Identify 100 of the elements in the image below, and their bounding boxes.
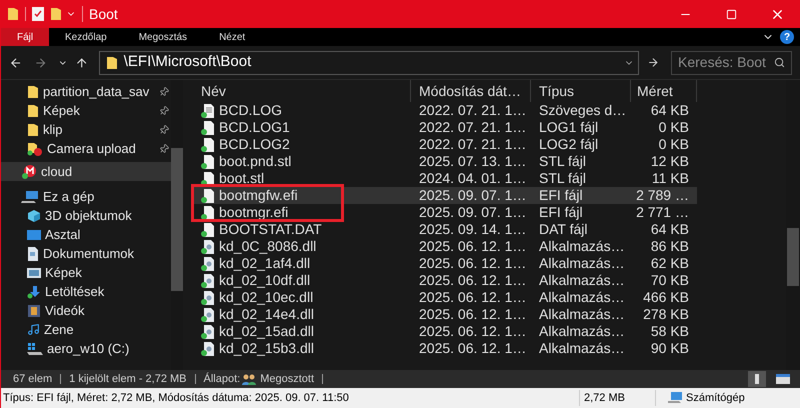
ribbon-tab[interactable]: Kezdőlap [49, 28, 123, 46]
file-row[interactable]: boot.pnd.stl 2025. 07. 13. 1… STL fájl 12 KB [191, 153, 697, 170]
file-icon [201, 206, 214, 220]
nav-item[interactable]: klip [1, 120, 171, 139]
dll-file-icon [201, 324, 214, 338]
drive-icon [27, 342, 43, 356]
nav-item[interactable]: Camera upload [1, 139, 171, 158]
help-button[interactable]: ? [780, 30, 794, 44]
file-name: boot.stl [219, 169, 264, 188]
nav-label: Asztal [45, 226, 82, 244]
column-header[interactable]: Módosítás dát… [411, 80, 531, 102]
folder-icon [27, 122, 39, 136]
date-cell-text: 2024. 04. 01. 1… [418, 169, 528, 188]
size-cell-text: 2 771 … [635, 203, 690, 222]
item-count: 67 elem [13, 372, 52, 387]
size-cell-text: 62 KB [650, 254, 690, 273]
file-name: boot.pnd.stl [219, 152, 292, 171]
date-cell-text: 2025. 06. 12. 1… [418, 237, 528, 256]
nav-item[interactable]: Asztal [1, 225, 171, 244]
date-cell-text: 2025. 06. 12. 1… [418, 305, 528, 324]
desktop-icon [27, 228, 41, 240]
nav-item[interactable]: Ez a gép [1, 187, 171, 206]
nav-item[interactable]: Letöltések [1, 282, 171, 301]
forward-icon[interactable] [34, 56, 48, 70]
size-cell-text: 64 KB [650, 101, 690, 120]
dll-file-icon [201, 290, 214, 304]
dll-file-icon [201, 308, 214, 322]
back-icon[interactable] [9, 56, 22, 70]
size-cell-text: 0 KB [658, 135, 690, 154]
date-cell-text: 2022. 07. 21. 1… [418, 135, 528, 154]
nav-item[interactable]: 3D objektumok [1, 206, 171, 225]
file-name: kd_0C_8086.dll [219, 237, 316, 256]
search-field[interactable]: Keresés: Boot [671, 50, 792, 74]
location-label: Számítógép [686, 390, 745, 406]
file-row[interactable]: kd_02_1af4.dll 2025. 06. 12. 1… Alkalmazás… 62 KB [191, 255, 697, 272]
nav-item[interactable]: cloud [1, 162, 171, 181]
nav-label: cloud [41, 162, 74, 181]
up-icon[interactable] [75, 56, 89, 70]
folder-icon [27, 84, 39, 98]
properties-icon[interactable] [32, 7, 44, 21]
nav-item[interactable]: Zene [1, 320, 171, 339]
file-name: BCD.LOG1 [219, 118, 290, 137]
ribbon-tab[interactable]: Nézet [203, 28, 262, 46]
nav-label: 3D objektumok [45, 206, 133, 225]
dll-file-icon [201, 274, 214, 288]
size-cell-text: 0 KB [658, 118, 690, 137]
size-cell-text: 86 KB [650, 237, 690, 256]
file-icon [201, 154, 214, 168]
type-cell-text: Alkalmazás… [538, 254, 626, 273]
synced-folder-icon [27, 142, 43, 156]
nav-item[interactable]: partition_data_sav [1, 82, 171, 101]
date-cell-text: 2022. 07. 21. 1… [418, 101, 528, 120]
column-header[interactable]: Méret [631, 80, 697, 102]
computer-icon [21, 190, 39, 204]
type-cell-text: EFI fájl [538, 186, 584, 205]
tiles-view-button[interactable] [774, 371, 792, 387]
file-name: kd_02_14e4.dll [219, 305, 314, 324]
maximize-icon[interactable] [726, 8, 736, 20]
date-cell-text: 2025. 06. 12. 1… [418, 271, 528, 290]
date-cell-text: 2025. 07. 13. 1… [418, 152, 528, 171]
window-title: Boot [89, 4, 118, 24]
nav-label: klip [43, 120, 64, 139]
file-row[interactable]: BCD.LOG 2022. 07. 21. 1… Szöveges d… 64 KB [191, 102, 697, 119]
cloud-icon [21, 164, 37, 180]
column-header[interactable]: Típus [531, 80, 631, 102]
date-cell-text: 2025. 09. 07. 1… [418, 203, 528, 222]
nav-label: partition_data_sav [43, 82, 150, 101]
type-cell-text: Alkalmazás… [538, 237, 626, 256]
size-cell-text: 90 KB [650, 339, 690, 358]
nav-item[interactable]: Képek [1, 101, 171, 120]
file-row[interactable]: BCD.LOG1 2022. 07. 21. 1… LOG1 fájl 0 KB [191, 119, 697, 136]
address-field[interactable]: \EFI\Microsoft\Boot [98, 50, 639, 74]
cube-icon [27, 208, 41, 222]
type-cell-text: LOG2 fájl [538, 135, 600, 154]
download-icon [27, 284, 41, 298]
nav-item[interactable]: aero_w10 (C:) [1, 339, 171, 358]
file-row[interactable]: kd_02_14e4.dll 2025. 06. 12. 1… Alkalmazás… 278 KB [191, 306, 697, 323]
file-row[interactable]: BOOTSTAT.DAT 2025. 09. 14. 1… DAT fájl 64 KB [191, 221, 697, 238]
ribbon-tab[interactable]: Fájl [1, 28, 49, 46]
file-row[interactable]: bootmgfw.efi 2025. 09. 07. 1… EFI fájl 2 789 … [191, 187, 697, 204]
type-cell-text: DAT fájl [538, 220, 588, 239]
file-row[interactable]: kd_02_10ec.dll 2025. 06. 12. 1… Alkalmazás… 466 KB [191, 289, 697, 306]
details-view-button[interactable] [748, 371, 766, 387]
column-header[interactable]: Név [191, 80, 411, 102]
file-row[interactable]: kd_02_10df.dll 2025. 06. 12. 1… Alkalmazás… 70 KB [191, 272, 697, 289]
date-cell-text: 2025. 06. 12. 1… [418, 288, 528, 307]
file-row[interactable]: BCD.LOG2 2022. 07. 21. 1… LOG2 fájl 0 KB [191, 136, 697, 153]
file-row[interactable]: kd_0C_8086.dll 2025. 06. 12. 1… Alkalmazás… 86 KB [191, 238, 697, 255]
nav-item[interactable]: Videók [1, 301, 171, 320]
file-name: kd_02_15ad.dll [219, 322, 314, 341]
ribbon-tab[interactable]: Megosztás [122, 28, 204, 46]
nav-item[interactable]: Dokumentumok [1, 244, 171, 263]
state-label: Állapot: [204, 372, 240, 387]
file-row[interactable]: kd_02_15ad.dll 2025. 06. 12. 1… Alkalmazás… 58 KB [191, 323, 697, 340]
text-file-icon [201, 104, 214, 118]
file-row[interactable]: kd_02_15b3.dll 2025. 06. 12. 1… Alkalmazás… 90 KB [191, 340, 697, 357]
go-icon[interactable] [646, 56, 659, 69]
nav-label: Képek [45, 264, 83, 282]
file-row[interactable]: boot.stl 2024. 04. 01. 1… STL fájl 11 KB [191, 170, 697, 187]
nav-item[interactable]: Képek [1, 263, 171, 282]
